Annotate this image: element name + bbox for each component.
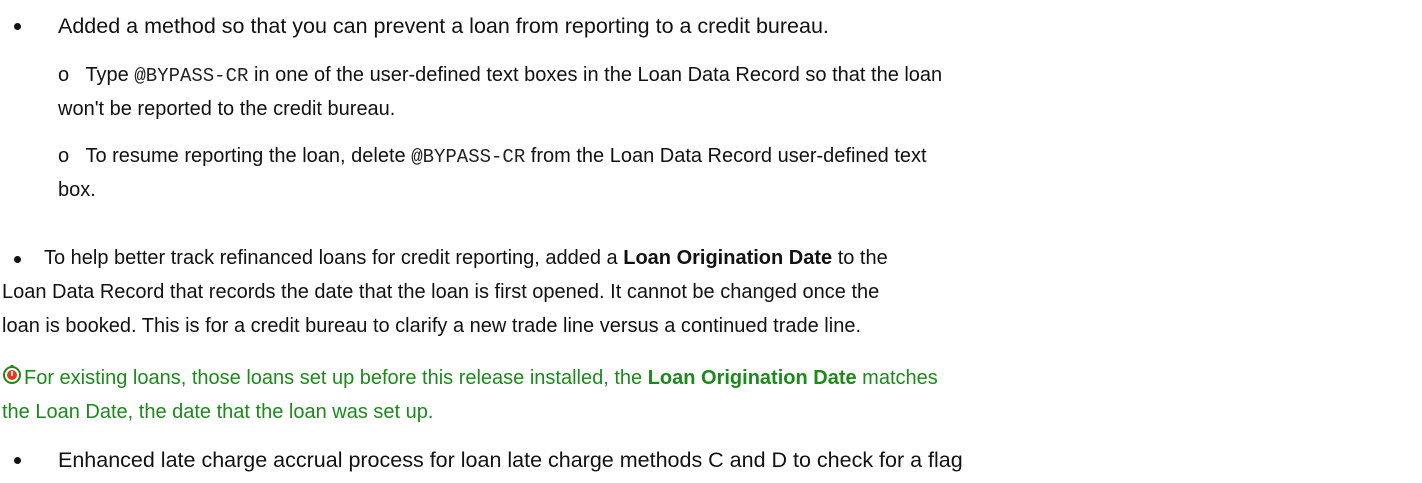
- sub-item: o To resume reporting the loan, delete @…: [58, 145, 927, 201]
- bullet-text-cont: loan is booked. This is for a credit bur…: [2, 315, 861, 337]
- bullet-text: Added a method so that you can prevent a…: [58, 14, 829, 38]
- code-literal: @BYPASS-CR: [411, 146, 526, 168]
- code-literal: @BYPASS-CR: [134, 65, 249, 87]
- sub-marker: o: [58, 145, 70, 167]
- stopwatch-icon: [3, 365, 21, 384]
- note-text-cont: the Loan Date, the date that the loan wa…: [2, 401, 434, 423]
- bullet-dot: [14, 23, 21, 30]
- bullet-text-cont: Loan Data Record that records the date t…: [2, 281, 880, 303]
- sub-item: o Type @BYPASS-CR in one of the user-def…: [58, 64, 943, 120]
- bullet-text: To help better track refinanced loans fo…: [44, 247, 888, 269]
- bullet-dot: [14, 457, 21, 464]
- bullet-text: Enhanced late charge accrual process for…: [58, 448, 963, 472]
- sub-marker: o: [58, 64, 70, 86]
- note-text: For existing loans, those loans set up b…: [24, 367, 938, 389]
- bullet-dot: [14, 256, 21, 263]
